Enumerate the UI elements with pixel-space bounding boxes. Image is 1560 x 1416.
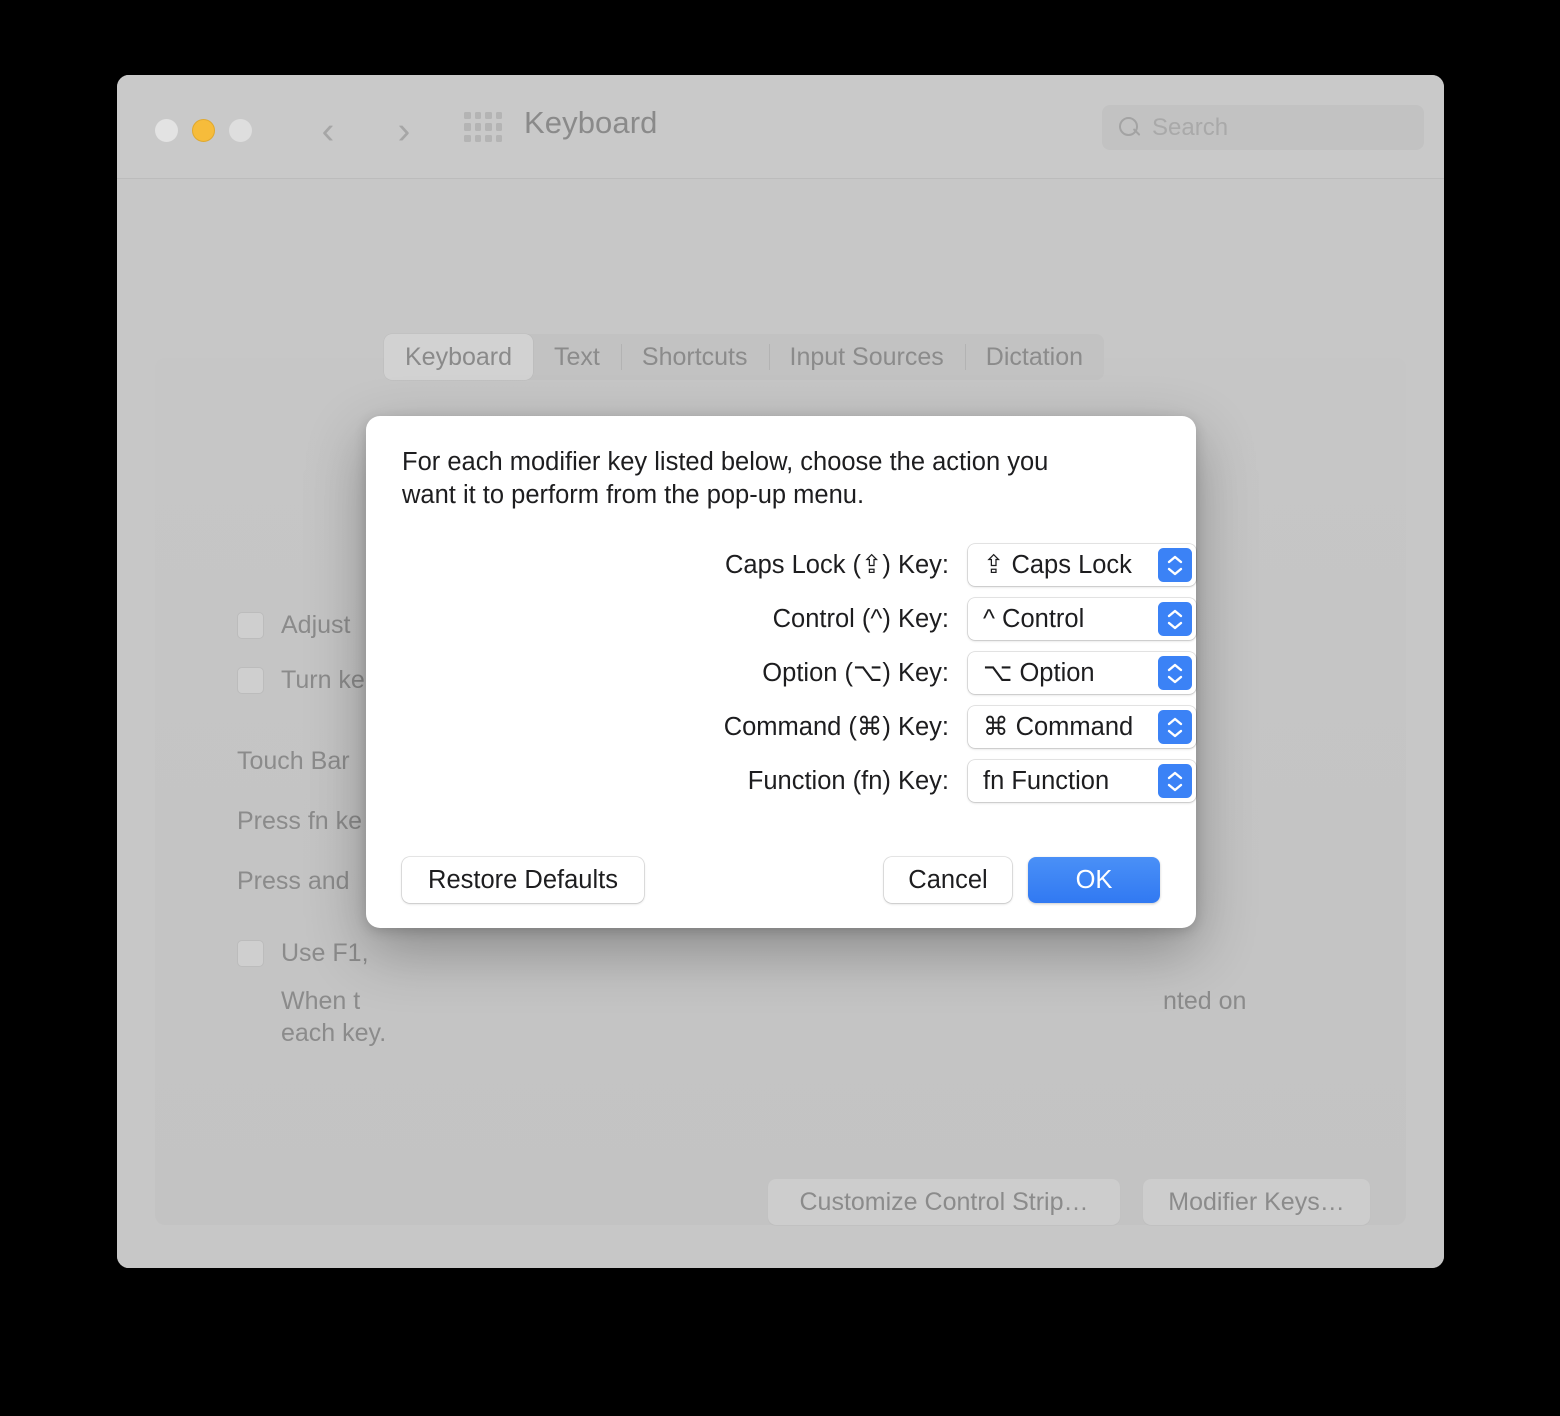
close-window-button[interactable] [155,119,178,142]
tab-bar: Keyboard Text Shortcuts Input Sources Di… [384,334,1105,380]
zoom-window-button[interactable] [229,119,252,142]
popup-value: fn Function [983,766,1110,795]
search-input[interactable]: Search [1102,105,1424,150]
checkbox[interactable] [237,667,264,694]
table-row: Function (fn) Key: fn Function [366,754,1196,808]
dialog-message: For each modifier key listed below, choo… [402,448,1049,510]
chevron-up-down-icon[interactable] [1158,602,1192,636]
popup-value: ⇪ Caps Lock [983,551,1132,579]
ok-button[interactable]: OK [1028,857,1160,903]
press-fn-label: Press fn ke [237,807,363,835]
restore-defaults-button[interactable]: Restore Defaults [402,857,644,903]
chevron-up-down-icon[interactable] [1158,764,1192,798]
chevron-left-icon[interactable]: ‹ [311,111,345,151]
customize-control-strip-button[interactable]: Customize Control Strip… [768,1179,1120,1225]
table-row: Command (⌘) Key: ⌘ Command [366,700,1196,754]
control-key-label: Control (^) Key: [772,604,949,633]
press-and-label: Press and [237,867,350,895]
search-icon [1118,116,1142,140]
checkbox[interactable] [237,612,264,639]
checkbox[interactable] [237,940,264,967]
window-titlebar: ‹ › Keyboard Search [117,75,1444,179]
table-row: Option (⌥) Key: ⌥ Option [366,646,1196,700]
option-key-label: Option (⌥) Key: [762,659,949,687]
command-key-label: Command (⌘) Key: [723,713,949,741]
tab-input-sources[interactable]: Input Sources [768,334,965,380]
option-key-popup[interactable]: ⌥ Option [968,652,1196,694]
modifier-key-rows: Caps Lock (⇪) Key: ⇪ Caps Lock Control (… [366,538,1196,808]
checkbox-label: Turn ke [281,666,365,694]
checkbox-label: Adjust [281,611,351,639]
modifier-keys-button[interactable]: Modifier Keys… [1143,1179,1370,1225]
table-row: Control (^) Key: ^ Control [366,592,1196,646]
command-key-popup[interactable]: ⌘ Command [968,706,1196,748]
tab-text[interactable]: Text [533,334,621,380]
function-key-popup[interactable]: fn Function [968,760,1196,802]
popup-value: ⌘ Command [983,713,1134,741]
description-line-2: each key. [281,1019,387,1047]
popup-value: ⌥ Option [983,659,1095,687]
cancel-button[interactable]: Cancel [884,857,1012,903]
tab-shortcuts[interactable]: Shortcuts [620,334,769,380]
chevron-up-down-icon[interactable] [1158,548,1192,582]
table-row: Caps Lock (⇪) Key: ⇪ Caps Lock [366,538,1196,592]
dialog-button-bar: Restore Defaults Cancel OK [366,857,1196,903]
modifier-keys-dialog: For each modifier key listed below, choo… [366,416,1196,928]
popup-value: ^ Control [983,604,1085,633]
touch-bar-label: Touch Bar [237,747,350,775]
turn-keyboard-backlight-checkbox-row[interactable]: Turn ke [237,666,365,695]
tab-keyboard[interactable]: Keyboard [384,334,534,380]
chevron-up-down-icon[interactable] [1158,656,1192,690]
function-key-label: Function (fn) Key: [747,766,949,795]
checkbox-label: Use F1, [281,939,369,967]
page-title: Keyboard [524,105,658,140]
search-placeholder: Search [1152,113,1229,141]
caps-lock-key-popup[interactable]: ⇪ Caps Lock [968,544,1196,586]
description-tail-fragment: nted on [1163,987,1247,1015]
description-line-1: When t [281,987,361,1015]
control-key-popup[interactable]: ^ Control [968,598,1196,640]
chevron-right-icon[interactable]: › [387,111,421,151]
grid-icon[interactable] [462,108,504,146]
use-f1-f2-checkbox-row[interactable]: Use F1, [237,939,369,968]
minimize-window-button[interactable] [192,119,215,142]
tab-dictation[interactable]: Dictation [964,334,1104,380]
chevron-up-down-icon[interactable] [1158,710,1192,744]
adjust-brightness-checkbox-row[interactable]: Adjust [237,611,350,640]
caps-lock-key-label: Caps Lock (⇪) Key: [724,551,949,579]
